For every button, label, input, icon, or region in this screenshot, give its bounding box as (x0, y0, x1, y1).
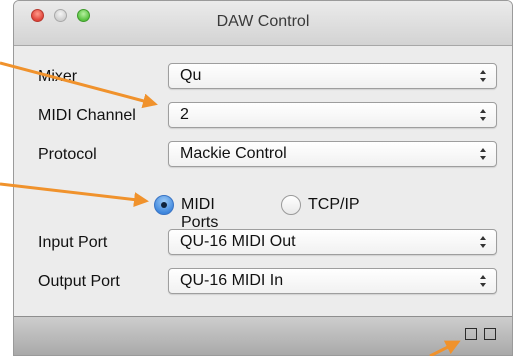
daw-control-window: DAW Control Mixer Qu MIDI Channel 2 Prot… (13, 0, 513, 356)
output-port-label: Output Port (38, 273, 120, 290)
updown-arrows-icon (480, 275, 486, 287)
midi-channel-select[interactable]: 2 (168, 102, 497, 128)
midi-channel-value: 2 (180, 106, 189, 123)
midi-channel-label: MIDI Channel (38, 107, 136, 124)
output-port-value: QU-16 MIDI In (180, 272, 284, 289)
midi-ports-radio[interactable] (154, 195, 174, 215)
square-icon[interactable] (484, 328, 496, 340)
input-port-select[interactable]: QU-16 MIDI Out (168, 229, 497, 255)
output-port-select[interactable]: QU-16 MIDI In (168, 268, 497, 294)
mixer-label: Mixer (38, 68, 78, 85)
mixer-value: Qu (180, 67, 202, 84)
midi-ports-radio-label[interactable]: MIDI Ports (181, 196, 218, 232)
protocol-select[interactable]: Mackie Control (168, 141, 497, 167)
updown-arrows-icon (480, 148, 486, 160)
bottom-bar (14, 316, 512, 355)
square-icon[interactable] (465, 328, 477, 340)
mixer-select[interactable]: Qu (168, 63, 497, 89)
updown-arrows-icon (480, 70, 486, 82)
updown-arrows-icon (480, 236, 486, 248)
protocol-label: Protocol (38, 146, 97, 163)
tcp-ip-radio-label[interactable]: TCP/IP (308, 196, 360, 214)
input-port-label: Input Port (38, 234, 108, 251)
stage: DAW Control Mixer Qu MIDI Channel 2 Prot… (0, 0, 513, 356)
title-bar[interactable]: DAW Control (14, 1, 512, 46)
input-port-value: QU-16 MIDI Out (180, 233, 296, 250)
tcp-ip-radio[interactable] (281, 195, 301, 215)
window-title: DAW Control (216, 13, 310, 30)
protocol-value: Mackie Control (180, 145, 287, 162)
updown-arrows-icon (480, 109, 486, 121)
